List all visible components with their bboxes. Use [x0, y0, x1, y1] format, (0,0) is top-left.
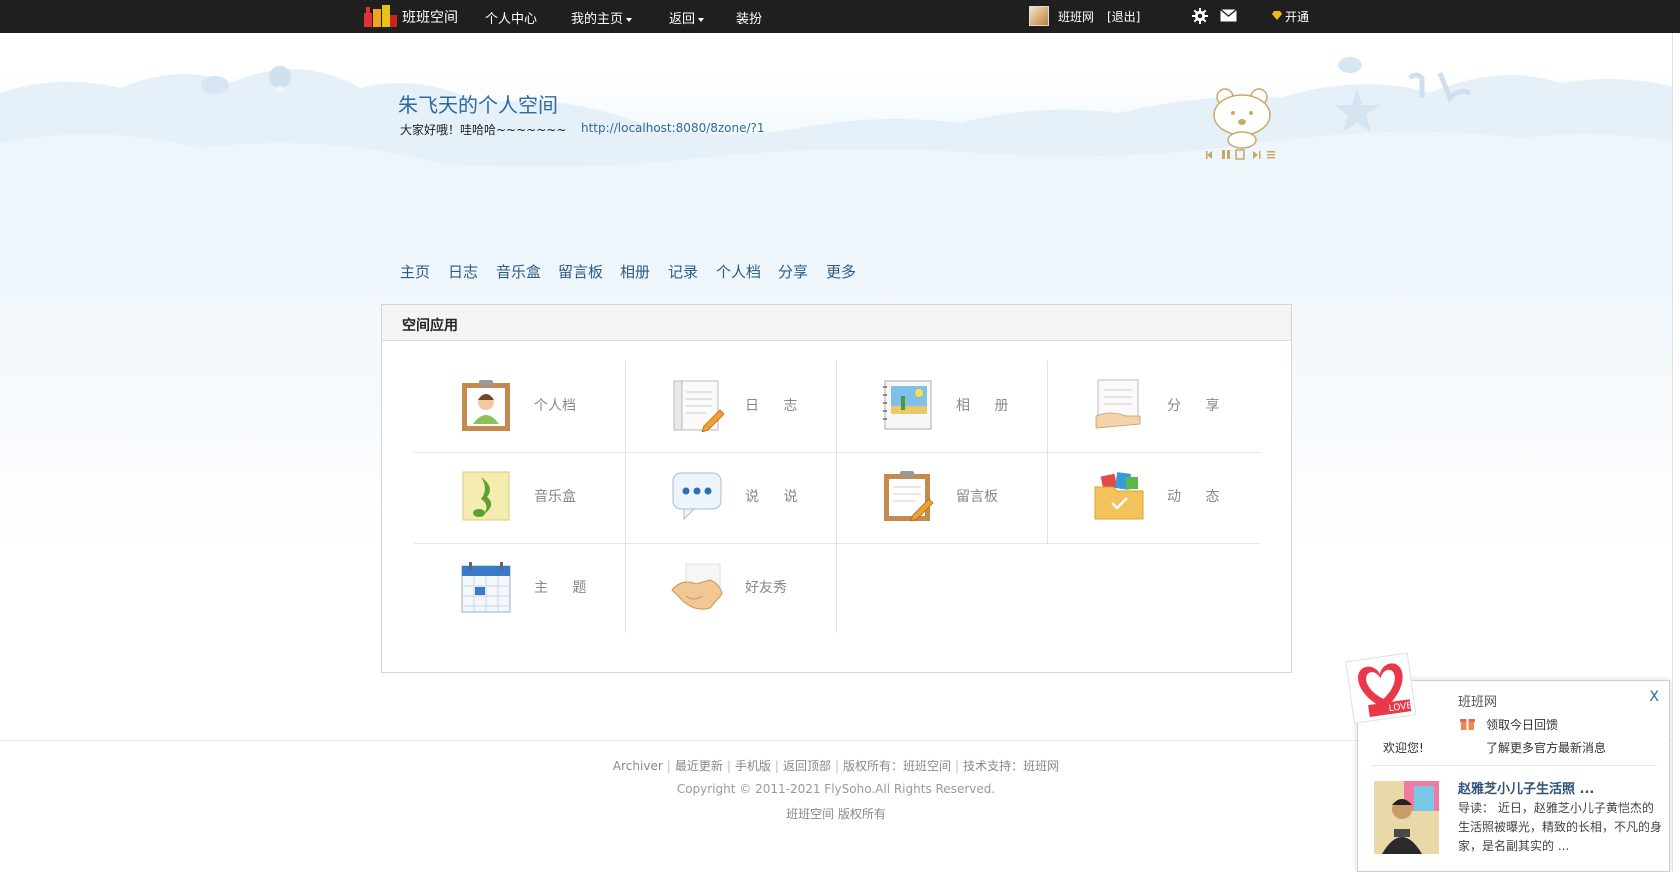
- separator: |: [955, 759, 960, 773]
- nav-my-homepage[interactable]: 我的主页: [571, 8, 633, 27]
- app-friends-show[interactable]: 好友秀: [625, 543, 836, 634]
- space-nav-guestbook[interactable]: 留言板: [558, 261, 603, 282]
- app-music[interactable]: 音乐盒: [414, 452, 625, 543]
- space-nav-more[interactable]: 更多: [826, 261, 856, 282]
- folder-activity-icon: [1094, 472, 1144, 520]
- vip-open-link[interactable]: 开通: [1272, 8, 1309, 25]
- news-thumbnail[interactable]: [1374, 781, 1439, 854]
- nav-back[interactable]: 返回: [669, 8, 705, 27]
- app-album[interactable]: 相 册: [836, 361, 1047, 452]
- cloud-decoration: [0, 57, 1680, 293]
- footer-link-support[interactable]: 技术支持：班班网: [963, 759, 1059, 773]
- space-nav-music[interactable]: 音乐盒: [496, 261, 541, 282]
- space-nav-album[interactable]: 相册: [620, 261, 650, 282]
- app-label: 分 享: [1167, 398, 1230, 414]
- banban-logo-icon[interactable]: [362, 3, 398, 28]
- welcome-text: 欢迎您!: [1383, 741, 1424, 755]
- separator: |: [774, 759, 779, 773]
- footer-link-top[interactable]: 返回顶部: [783, 759, 831, 773]
- app-label: 音乐盒: [534, 489, 576, 505]
- chevron-down-icon: [698, 17, 705, 22]
- mail-icon[interactable]: [1220, 9, 1237, 22]
- diamond-icon: [1272, 11, 1282, 20]
- chevron-down-icon: [626, 17, 633, 22]
- notebook-pencil-icon: [673, 380, 724, 432]
- photo-album-icon: [883, 380, 932, 430]
- app-label: 相 册: [956, 398, 1019, 414]
- brand-name[interactable]: 班班空间: [402, 7, 458, 27]
- speech-bubble-icon: [672, 472, 722, 521]
- app-profile[interactable]: 个人档: [414, 361, 625, 452]
- app-guestbook[interactable]: 留言板: [836, 452, 1047, 543]
- separator: |: [834, 759, 839, 773]
- popup-divider: [1372, 765, 1657, 766]
- separator: |: [726, 759, 731, 773]
- user-avatar[interactable]: [1029, 6, 1049, 26]
- space-nav-records[interactable]: 记录: [668, 261, 698, 282]
- space-nav-share[interactable]: 分享: [778, 261, 808, 282]
- share-hand-document-icon: [1095, 379, 1141, 429]
- app-label: 主 题: [534, 580, 597, 596]
- panel-title: 空间应用: [402, 318, 458, 334]
- close-button[interactable]: X: [1649, 689, 1659, 705]
- app-share[interactable]: 分 享: [1047, 361, 1258, 452]
- calendar-theme-icon: [461, 562, 511, 613]
- space-url-link[interactable]: http://localhost:8080/8zone/?1: [581, 121, 765, 135]
- app-label: 好友秀: [745, 580, 787, 596]
- gift-icon: [1460, 719, 1475, 730]
- more-news-link[interactable]: 了解更多官方最新消息: [1486, 739, 1606, 756]
- app-label: 留言板: [956, 489, 998, 505]
- space-apps-panel: 空间应用 个人档 日 志 相 册 分 享 音乐盒 说 说 留言板 动 态 主 题…: [381, 304, 1292, 673]
- app-activity[interactable]: 动 态: [1047, 452, 1258, 543]
- gear-icon[interactable]: [1192, 8, 1208, 24]
- popup-site-name: 班班网: [1458, 695, 1498, 710]
- message-board-clipboard-icon: [884, 471, 934, 522]
- footer-link-mobile[interactable]: 手机版: [735, 759, 771, 773]
- username[interactable]: 班班网: [1058, 8, 1094, 25]
- separator: |: [666, 759, 671, 773]
- music-note-icon: [462, 471, 510, 521]
- app-label: 动 态: [1167, 489, 1230, 505]
- app-label: 日 志: [745, 398, 808, 414]
- news-title-link[interactable]: 赵雅芝小儿子生活照 ...: [1458, 778, 1594, 797]
- logout-link[interactable]: [退出]: [1107, 8, 1140, 25]
- love-heart-icon: LOVE: [1345, 652, 1417, 724]
- nav-dress-up[interactable]: 装扮: [736, 8, 762, 27]
- panel-header: [382, 305, 1291, 341]
- app-theme[interactable]: 主 题: [414, 543, 625, 634]
- app-label: 说 说: [745, 489, 808, 505]
- space-nav-blog[interactable]: 日志: [448, 261, 478, 282]
- footer-link-copyright[interactable]: 版权所有：班班空间: [843, 759, 951, 773]
- bear-music-player-icon[interactable]: [1205, 85, 1285, 165]
- app-blog[interactable]: 日 志: [625, 361, 836, 452]
- nav-personal-center[interactable]: 个人中心: [485, 8, 537, 27]
- page-scrollbar[interactable]: [1672, 33, 1680, 872]
- app-talk[interactable]: 说 说: [625, 452, 836, 543]
- app-label: 个人档: [534, 398, 576, 414]
- news-excerpt: 导读： 近日，赵雅芝小儿子黄恺杰的生活照被曝光，精致的长相，不凡的身家，是名副其…: [1458, 801, 1663, 853]
- footer-link-recent[interactable]: 最近更新: [675, 759, 723, 773]
- top-bar: 班班空间 个人中心 我的主页 返回 装扮 班班网 [退出] 开通: [0, 0, 1680, 33]
- space-nav-profile[interactable]: 个人档: [716, 261, 761, 282]
- notification-popup: LOVE X 班班网 领取今日回馈 欢迎您! 了解更多官方最新消息 赵雅芝小儿子…: [1345, 652, 1670, 872]
- space-nav-home[interactable]: 主页: [400, 261, 430, 282]
- footer-link-archiver[interactable]: Archiver: [613, 759, 663, 773]
- space-description: 大家好哦！哇哈哈~~~~~~~: [400, 123, 567, 137]
- space-title[interactable]: 朱飞天的个人空间: [398, 89, 558, 118]
- daily-gift-link[interactable]: 领取今日回馈: [1486, 716, 1558, 733]
- profile-clipboard-icon: [462, 380, 510, 431]
- handshake-icon: [671, 563, 723, 610]
